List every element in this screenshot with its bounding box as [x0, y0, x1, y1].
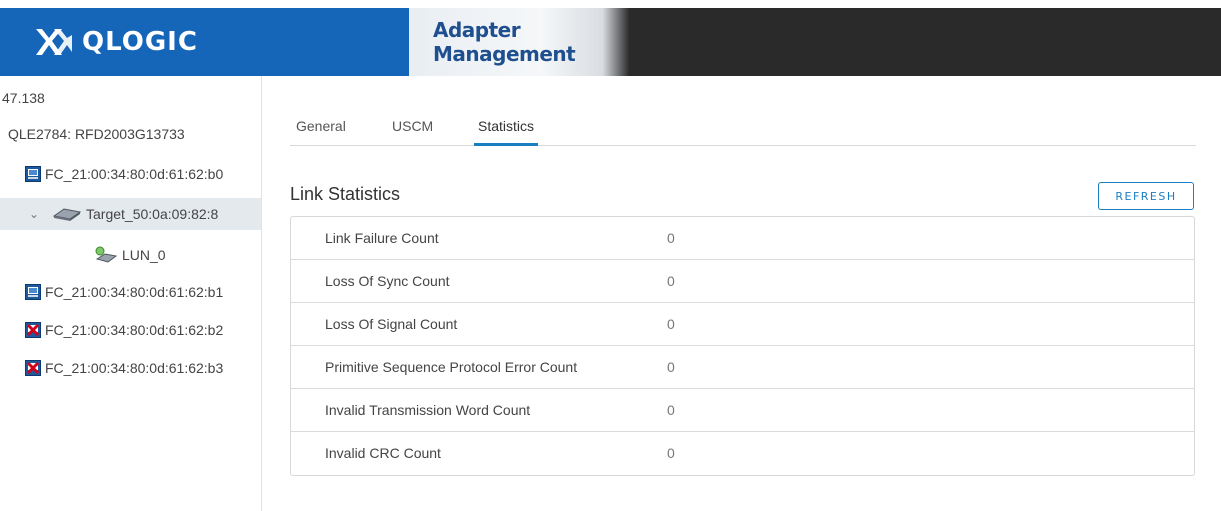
device-tree: 47.138 QLE2784: RFD2003G13733 FC_21:00:3…: [0, 76, 262, 511]
tree-port-b1[interactable]: FC_21:00:34:80:0d:61:62:b1: [25, 276, 223, 308]
tree-port-b0[interactable]: FC_21:00:34:80:0d:61:62:b0: [25, 158, 223, 190]
stat-label: Link Failure Count: [325, 230, 439, 246]
stat-label: Loss Of Signal Count: [325, 316, 458, 332]
tab-uscm[interactable]: USCM: [392, 118, 433, 146]
stat-label: Invalid Transmission Word Count: [325, 402, 531, 418]
port-error-icon: [25, 360, 41, 376]
host-ip-label: 47.138: [2, 90, 45, 106]
tree-host[interactable]: 47.138: [2, 82, 45, 114]
link-statistics-table: Link Failure Count 0 Loss Of Sync Count …: [290, 216, 1195, 476]
stat-row: Invalid CRC Count 0: [291, 432, 1194, 475]
tab-general[interactable]: General: [296, 118, 346, 146]
stat-label: Invalid CRC Count: [325, 445, 441, 461]
qlogic-logo-icon: [36, 29, 72, 55]
qlogic-logo: QLOGIC: [34, 27, 198, 57]
port-label: FC_21:00:34:80:0d:61:62:b1: [45, 284, 224, 300]
adapter-label: QLE2784: RFD2003G13733: [8, 126, 185, 142]
stat-value: 0: [667, 359, 675, 375]
stat-value: 0: [667, 445, 675, 461]
tab-statistics[interactable]: Statistics: [474, 118, 539, 146]
app-header: QLOGIC Adapter Management: [0, 8, 1221, 76]
lun-label: LUN_0: [122, 247, 166, 263]
app-title: Adapter Management: [433, 18, 576, 66]
stat-label: Loss Of Sync Count: [325, 273, 450, 289]
stat-row: Primitive Sequence Protocol Error Count …: [291, 346, 1194, 389]
stat-row: Loss Of Sync Count 0: [291, 260, 1194, 303]
brand-name: QLOGIC: [82, 27, 198, 57]
port-error-icon: [25, 322, 41, 338]
disk-icon: [52, 208, 82, 221]
section-title: Link Statistics: [290, 184, 401, 204]
tree-adapter[interactable]: QLE2784: RFD2003G13733: [8, 118, 185, 150]
stat-row: Loss Of Signal Count 0: [291, 303, 1194, 346]
port-label: FC_21:00:34:80:0d:61:62:b3: [45, 360, 224, 376]
tree-target[interactable]: ⌄ Target_50:0a:09:82:8: [0, 198, 261, 230]
target-label: Target_50:0a:09:82:8: [86, 206, 219, 222]
stat-row: Link Failure Count 0: [291, 217, 1194, 260]
tab-bar: General USCM Statistics: [290, 106, 1196, 146]
main-panel: General USCM Statistics Link Statistics …: [263, 76, 1221, 511]
brand-bar: QLOGIC: [0, 8, 409, 76]
stat-value: 0: [667, 402, 675, 418]
tree-port-b2[interactable]: FC_21:00:34:80:0d:61:62:b2: [25, 314, 223, 346]
port-ok-icon: [25, 284, 41, 300]
port-label: FC_21:00:34:80:0d:61:62:b0: [45, 166, 224, 182]
chevron-down-icon[interactable]: ⌄: [26, 207, 42, 221]
refresh-button[interactable]: REFRESH: [1098, 182, 1194, 210]
lun-icon: [95, 246, 118, 263]
port-ok-icon: [25, 166, 41, 182]
stat-value: 0: [667, 273, 675, 289]
port-label: FC_21:00:34:80:0d:61:62:b2: [45, 322, 224, 338]
stat-label: Primitive Sequence Protocol Error Count: [325, 359, 578, 375]
stat-value: 0: [667, 230, 675, 246]
stat-value: 0: [667, 316, 675, 332]
tree-lun[interactable]: LUN_0: [94, 239, 166, 271]
stat-row: Invalid Transmission Word Count 0: [291, 389, 1194, 432]
tree-port-b3[interactable]: FC_21:00:34:80:0d:61:62:b3: [25, 352, 223, 384]
header-spacer: [629, 8, 1221, 76]
app-title-bar: Adapter Management: [409, 8, 629, 76]
